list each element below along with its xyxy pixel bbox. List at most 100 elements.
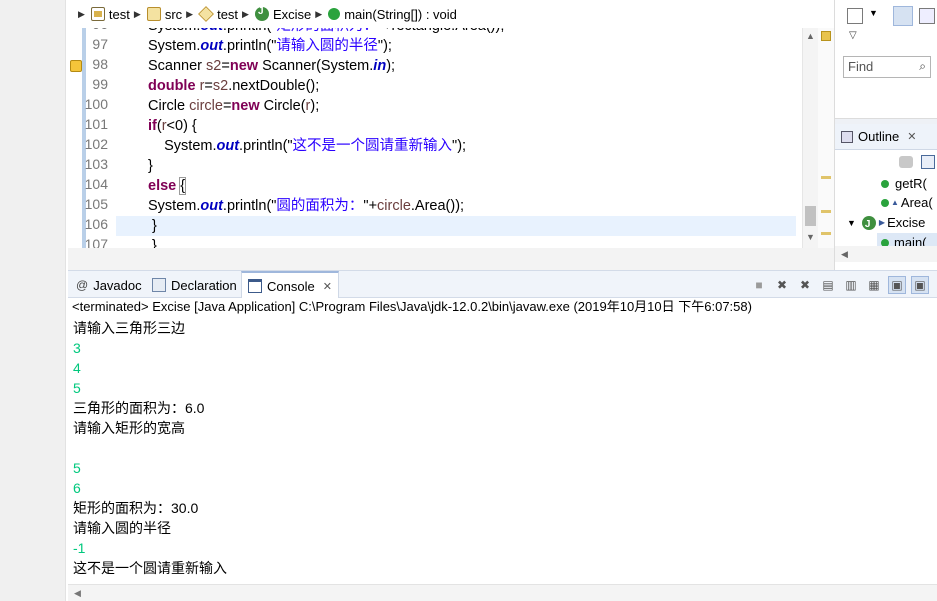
tab-outline[interactable]: Outline ✕ [835,124,937,150]
word-wrap-icon[interactable]: ▦ [865,276,883,294]
scroll-left-icon[interactable]: ◀ [74,588,81,598]
breadcrumb-arrow-icon[interactable]: ▶ [242,9,249,20]
tab-declaration[interactable]: Declaration [146,271,243,299]
tab-javadoc[interactable]: @ Javadoc [70,271,148,299]
clear-console-icon[interactable]: ▤ [819,276,837,294]
outline-item[interactable]: ▲ Area( [881,193,933,213]
show-on-output-icon[interactable]: ▣ [888,276,906,294]
breadcrumb: ▶ test ▶ src ▶ test ▶ Excise ▶ main(Stri… [68,0,834,28]
chevron-down-icon[interactable]: ▼ [869,8,885,24]
code-token: "+rectangle.Area()); [378,28,504,34]
code-line[interactable]: } [148,216,157,236]
breadcrumb-item-class[interactable]: Excise [254,6,312,22]
breadcrumb-item-method[interactable]: main(String[]) : void [328,7,457,22]
code-token: .nextDouble(); [228,78,320,94]
line-number: 97 [92,36,108,52]
tab-declaration-label: Declaration [171,277,237,293]
focus-icon[interactable] [919,8,935,24]
breadcrumb-item-project[interactable]: test [90,7,130,22]
run-icon: ▶ [878,218,886,227]
code-line[interactable]: Scanner s2=new Scanner(System.in); [148,56,395,76]
breadcrumb-arrow-icon[interactable]: ▶ [315,9,322,20]
code-token: .Area()); [410,198,465,214]
console-horizontal-scrollbar[interactable]: ◀ [68,584,937,601]
close-icon[interactable]: ✕ [323,280,332,293]
occurrence-marker[interactable] [821,210,831,213]
code-line[interactable]: } [148,156,153,176]
static-method-icon [328,8,341,20]
sash[interactable] [68,248,834,270]
scroll-lock-icon[interactable]: ▥ [842,276,860,294]
console-output-line: 请输入矩形的宽高 [73,420,185,436]
code-token: out [216,138,240,154]
code-token: 请输入圆的半径 [276,38,378,54]
console-user-input: 4 [73,360,81,376]
scroll-left-icon[interactable]: ◀ [841,249,848,259]
breadcrumb-label: main(String[]) : void [344,6,457,22]
terminate-icon[interactable]: ■ [750,276,768,294]
tab-console[interactable]: Console ✕ [241,271,339,299]
overview-ruler[interactable] [818,28,834,248]
code-line[interactable]: if(r<0) { [148,116,197,136]
remove-launch-icon[interactable]: ✖ [773,276,791,294]
occurrence-marker[interactable] [821,176,831,179]
bottom-view-tabs: @ Javadoc Declaration Console ✕ ■ ✖ ✖ ▤ … [68,270,937,299]
code-token: System. [148,38,201,54]
view-menu-icon[interactable]: ▽ [849,30,865,46]
remove-all-terminated-icon[interactable]: ✖ [796,276,814,294]
breadcrumb-label: Excise [272,6,312,22]
code-token: circle [189,98,223,114]
code-line[interactable]: System.out.println("这不是一个圆请重新输入"); [148,136,466,156]
editor-gutter[interactable]: 96 97 98 99 100 101 102 103 104 105 106 107 [68,28,116,248]
warning-summary-icon[interactable] [821,31,831,41]
code-token: "+ [363,198,378,214]
sort-icon[interactable] [921,155,935,169]
code-editor[interactable]: 96 97 98 99 100 101 102 103 104 105 106 107 System.… [68,28,834,248]
code-token: } [148,238,157,248]
find-input[interactable]: Find ⌕ [843,56,931,78]
close-icon[interactable]: ✕ [907,130,916,143]
categorize-icon[interactable] [893,6,913,26]
code-line[interactable]: System.out.println("圆的面积为："+circle.Area(… [148,196,464,216]
hide-fields-icon[interactable] [899,156,913,168]
scroll-down-icon[interactable]: ▼ [806,232,815,242]
code-area[interactable]: System.out.println("矩形的面积为："+rectangle.A… [116,28,796,248]
current-line-highlight [116,216,796,236]
code-token: out [200,28,223,34]
breadcrumb-arrow-icon[interactable]: ▶ [78,9,85,20]
editor-vertical-scrollbar[interactable]: ▲ ▼ [802,28,818,248]
code-token: .println(" [223,28,277,34]
scrollbar-thumb[interactable] [805,206,816,226]
occurrence-marker[interactable] [821,232,831,235]
console-output[interactable]: 请输入三角形三边 3 4 5 三角形的面积为：6.0 请输入矩形的宽高 5 6 矩形的面积为：3… [68,316,937,584]
outline-item[interactable]: getR( [881,174,927,194]
outline-item-label: getR( [895,176,927,191]
code-line[interactable]: System.out.println("请输入圆的半径"); [148,36,392,56]
scroll-up-icon[interactable]: ▲ [806,31,815,41]
outline-horizontal-scrollbar[interactable]: ◀ [835,246,937,262]
console-user-input: 5 [73,380,81,396]
code-token: 这不是一个圆请重新输入 [292,138,453,154]
code-line[interactable]: else { [148,176,187,196]
code-line[interactable]: } [148,236,157,248]
code-token: s2 [206,58,222,74]
outline-item-class[interactable]: ▼ ▶ Excise [847,213,925,235]
console-user-input: 6 [73,480,81,496]
package-root-icon [146,7,161,21]
code-line[interactable]: Circle circle=new Circle(r); [148,96,319,116]
breadcrumb-arrow-icon[interactable]: ▶ [134,9,141,20]
code-token: <0) { [166,118,197,134]
code-line[interactable]: double r=s2.nextDouble(); [148,76,319,96]
search-icon[interactable]: ⌕ [919,59,926,74]
code-line[interactable]: System.out.println("矩形的面积为："+rectangle.A… [148,28,504,36]
new-task-icon[interactable] [847,8,863,24]
show-on-error-icon[interactable]: ▣ [911,276,929,294]
breadcrumb-arrow-icon[interactable]: ▶ [186,9,193,20]
breadcrumb-item-src[interactable]: src [146,7,182,22]
breadcrumb-item-package[interactable]: test [198,6,238,22]
code-token: } [148,158,153,174]
code-token: "); [452,138,467,154]
code-token: = [221,58,230,74]
expand-chevron-icon[interactable]: ▼ [847,213,856,233]
line-number: 103 [84,156,108,172]
